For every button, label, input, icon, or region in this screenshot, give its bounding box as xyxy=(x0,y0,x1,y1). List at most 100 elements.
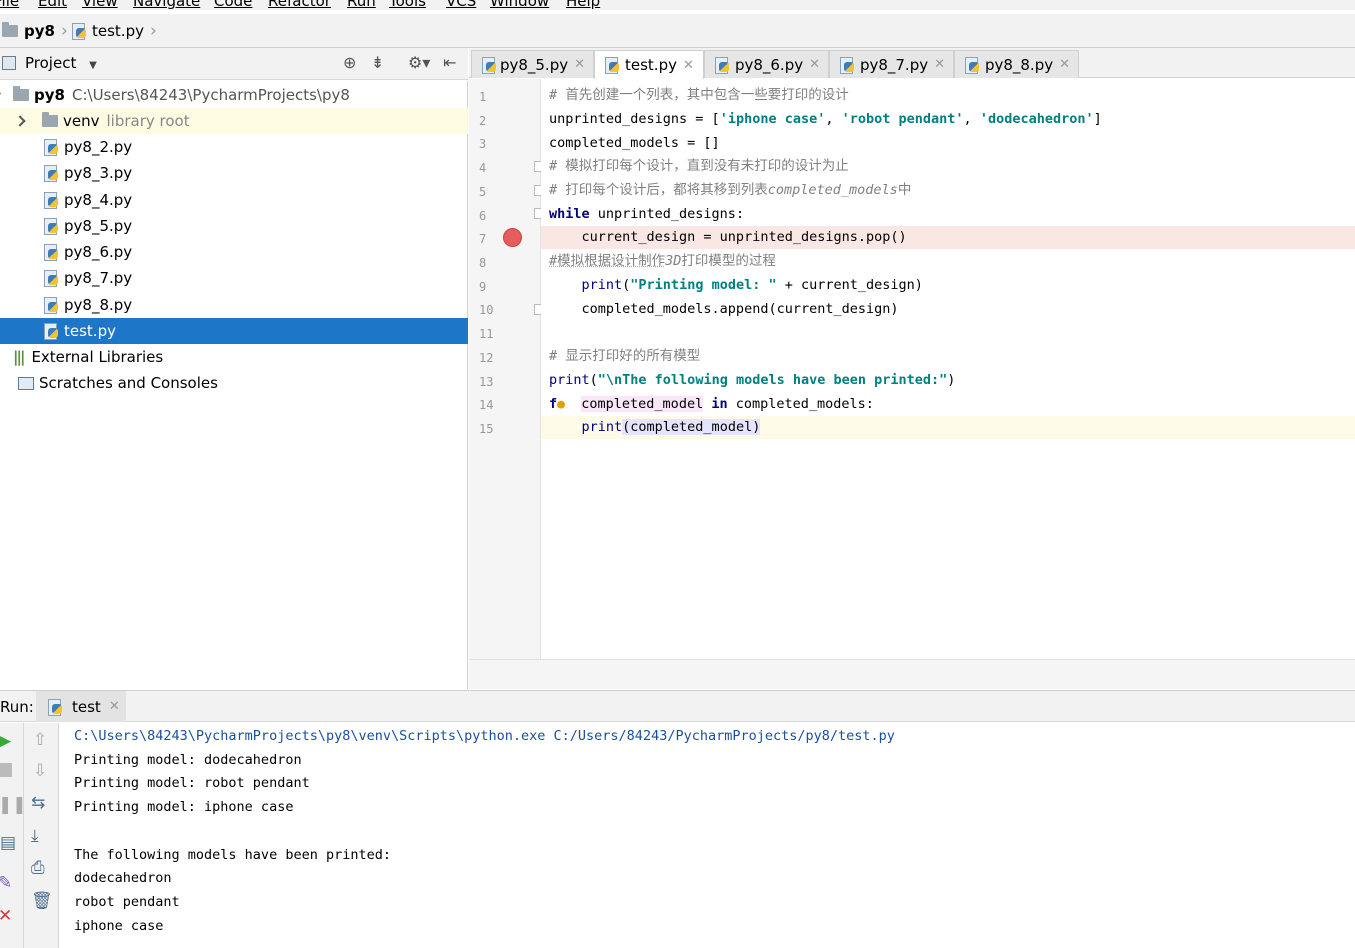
tab-label: py8_5.py xyxy=(499,55,569,74)
run-icon[interactable]: ▶ xyxy=(0,732,11,750)
menu-tools[interactable]: Tools xyxy=(389,0,426,10)
down-arrow-icon[interactable]: ⇩ xyxy=(33,762,47,780)
line-number: 2 xyxy=(479,114,487,128)
editor-gutter[interactable]: 1 2 3 4 5 6 7 8 9 10 11 12 13 14 15 xyxy=(469,79,541,659)
line-number: 11 xyxy=(479,327,494,341)
close-icon[interactable]: ✕ xyxy=(109,699,120,714)
breadcrumb-file[interactable]: test.py › xyxy=(72,21,163,41)
tree-file[interactable]: py8_4.py xyxy=(0,187,468,213)
tree-file[interactable]: py8_2.py xyxy=(0,134,468,160)
code-text: ] xyxy=(1093,111,1102,127)
editor-scroll-area xyxy=(469,659,1355,689)
up-arrow-icon[interactable]: ⇧ xyxy=(33,731,47,749)
trash-icon[interactable]: 🗑 xyxy=(31,892,53,910)
menu-window[interactable]: Window xyxy=(490,0,549,10)
folder-icon xyxy=(42,112,58,127)
run-tab-test[interactable]: test ✕ xyxy=(36,691,126,722)
code-string: 'robot pendant' xyxy=(841,111,964,127)
line-number: 14 xyxy=(479,398,494,412)
wrap-icon[interactable]: ⇆ xyxy=(31,794,45,812)
close-icon[interactable]: ✕ xyxy=(683,58,694,73)
close-icon[interactable]: ✕ xyxy=(934,57,945,72)
collapse-icon[interactable]: ⇟ xyxy=(371,53,384,72)
menu-vcs[interactable]: VCS xyxy=(446,0,476,10)
tree-file[interactable]: py8_6.py xyxy=(0,239,468,265)
menu-view[interactable]: View xyxy=(82,0,118,10)
tab-py8-8[interactable]: py8_8.py ✕ xyxy=(954,50,1079,78)
python-file-icon xyxy=(44,323,58,340)
run-panel-header: Run: test ✕ xyxy=(0,690,1355,722)
menu-code[interactable]: Code xyxy=(214,0,252,10)
tree-external-libraries[interactable]: › ||| External Libraries xyxy=(0,344,468,370)
crosshair-icon[interactable]: ⊕ xyxy=(343,53,356,72)
file-name: py8_6.py xyxy=(64,243,133,261)
tree-file[interactable]: py8_7.py xyxy=(0,265,468,291)
line-number: 6 xyxy=(479,209,487,223)
close-icon[interactable]: ✕ xyxy=(809,57,820,72)
code-editor[interactable]: # 首先创建一个列表，其中包含一些要打印的设计 unprinted_design… xyxy=(541,79,1355,659)
run-console[interactable]: C:\Users\84243\PycharmProjects\py8\venv\… xyxy=(60,723,1355,948)
line-number: 12 xyxy=(479,351,494,365)
python-file-icon xyxy=(44,192,58,209)
menu-edit[interactable]: Edit xyxy=(38,0,67,10)
console-line: iphone case xyxy=(74,918,164,934)
gear-icon[interactable]: ⚙▾ xyxy=(408,53,430,72)
menu-refactor[interactable]: Refactor xyxy=(268,0,331,10)
code-line-12: # 显示打印好的所有模型 xyxy=(541,345,1355,368)
code-comment: completed_models xyxy=(767,182,898,198)
project-view-selector[interactable]: Project ▼ xyxy=(25,54,97,72)
expanded-arrow-icon: ▾ xyxy=(0,90,1,101)
pin-icon[interactable]: ✎ xyxy=(0,874,12,892)
tree-scratches[interactable]: Scratches and Consoles xyxy=(0,370,468,396)
tab-label: py8_6.py xyxy=(734,55,804,74)
close-icon[interactable]: ✕ xyxy=(1059,57,1070,72)
tab-py8-7[interactable]: py8_7.py ✕ xyxy=(829,50,954,78)
tab-py8-5[interactable]: py8_5.py ✕ xyxy=(471,50,594,78)
tab-label: py8_8.py xyxy=(984,55,1054,74)
menu-help[interactable]: Help xyxy=(566,0,600,10)
menu-file[interactable]: File xyxy=(0,0,19,10)
tree-file-selected[interactable]: test.py xyxy=(0,318,468,344)
layout-icon[interactable]: ▤ xyxy=(0,834,16,852)
pause-icon[interactable]: ❚❚ xyxy=(0,796,27,814)
tree-root[interactable]: ▾ py8 C:\Users\84243\PycharmProjects\py8 xyxy=(0,82,468,108)
breadcrumb-file-label: test.py xyxy=(92,22,144,40)
menu-bar: File Edit View Navigate Code Refactor Ru… xyxy=(0,0,1355,10)
print-icon[interactable]: ⎙ xyxy=(31,859,45,877)
code-line-8: #模拟根据设计制作3D打印模型的过程 xyxy=(541,250,1355,273)
close-icon[interactable]: ✕ xyxy=(0,907,12,925)
folder-icon xyxy=(13,86,30,101)
tab-py8-6[interactable]: py8_6.py ✕ xyxy=(704,50,829,78)
python-file-icon xyxy=(44,218,58,235)
menu-run[interactable]: Run xyxy=(347,0,376,10)
code-variable: completed_model xyxy=(581,396,704,412)
run-tab-label: test xyxy=(72,697,101,716)
tree-file[interactable]: py8_8.py xyxy=(0,292,468,318)
library-icon: ||| xyxy=(13,348,26,366)
lightbulb-icon[interactable]: ● xyxy=(557,393,573,416)
dropdown-arrow-icon: ▼ xyxy=(89,60,97,71)
breakpoint-icon[interactable] xyxy=(503,228,522,247)
stop-icon[interactable] xyxy=(0,763,12,777)
code-text: , xyxy=(963,111,980,127)
code-line-7: current_design = unprinted_designs.pop() xyxy=(541,226,1355,249)
code-string: 'iphone case' xyxy=(719,111,826,127)
project-panel-header: Project ▼ ⊕ ⇟ ⚙▾ ⇤ xyxy=(0,48,468,80)
python-file-icon xyxy=(48,698,62,716)
hide-icon[interactable]: ⇤ xyxy=(443,53,456,72)
breadcrumb-project[interactable]: py8 › xyxy=(2,21,74,41)
console-line: dodecahedron xyxy=(74,870,172,886)
tab-test[interactable]: test.py ✕ xyxy=(594,50,704,79)
scroll-end-icon[interactable]: ⤓ xyxy=(31,827,39,845)
tab-label: py8_7.py xyxy=(859,55,929,74)
code-comment: #模拟根据设计制作 xyxy=(549,253,666,269)
tree-file[interactable]: py8_3.py xyxy=(0,160,468,186)
code-text: (completed_model) xyxy=(622,419,761,435)
tree-file[interactable]: py8_5.py xyxy=(0,213,468,239)
code-line-14: f● completed_model in completed_models: xyxy=(541,393,1355,416)
close-icon[interactable]: ✕ xyxy=(574,57,585,72)
file-name: py8_7.py xyxy=(64,269,133,287)
tree-venv[interactable]: venv library root xyxy=(0,108,468,134)
project-tree: ▾ py8 C:\Users\84243\PycharmProjects\py8… xyxy=(0,81,468,689)
menu-navigate[interactable]: Navigate xyxy=(133,0,200,10)
